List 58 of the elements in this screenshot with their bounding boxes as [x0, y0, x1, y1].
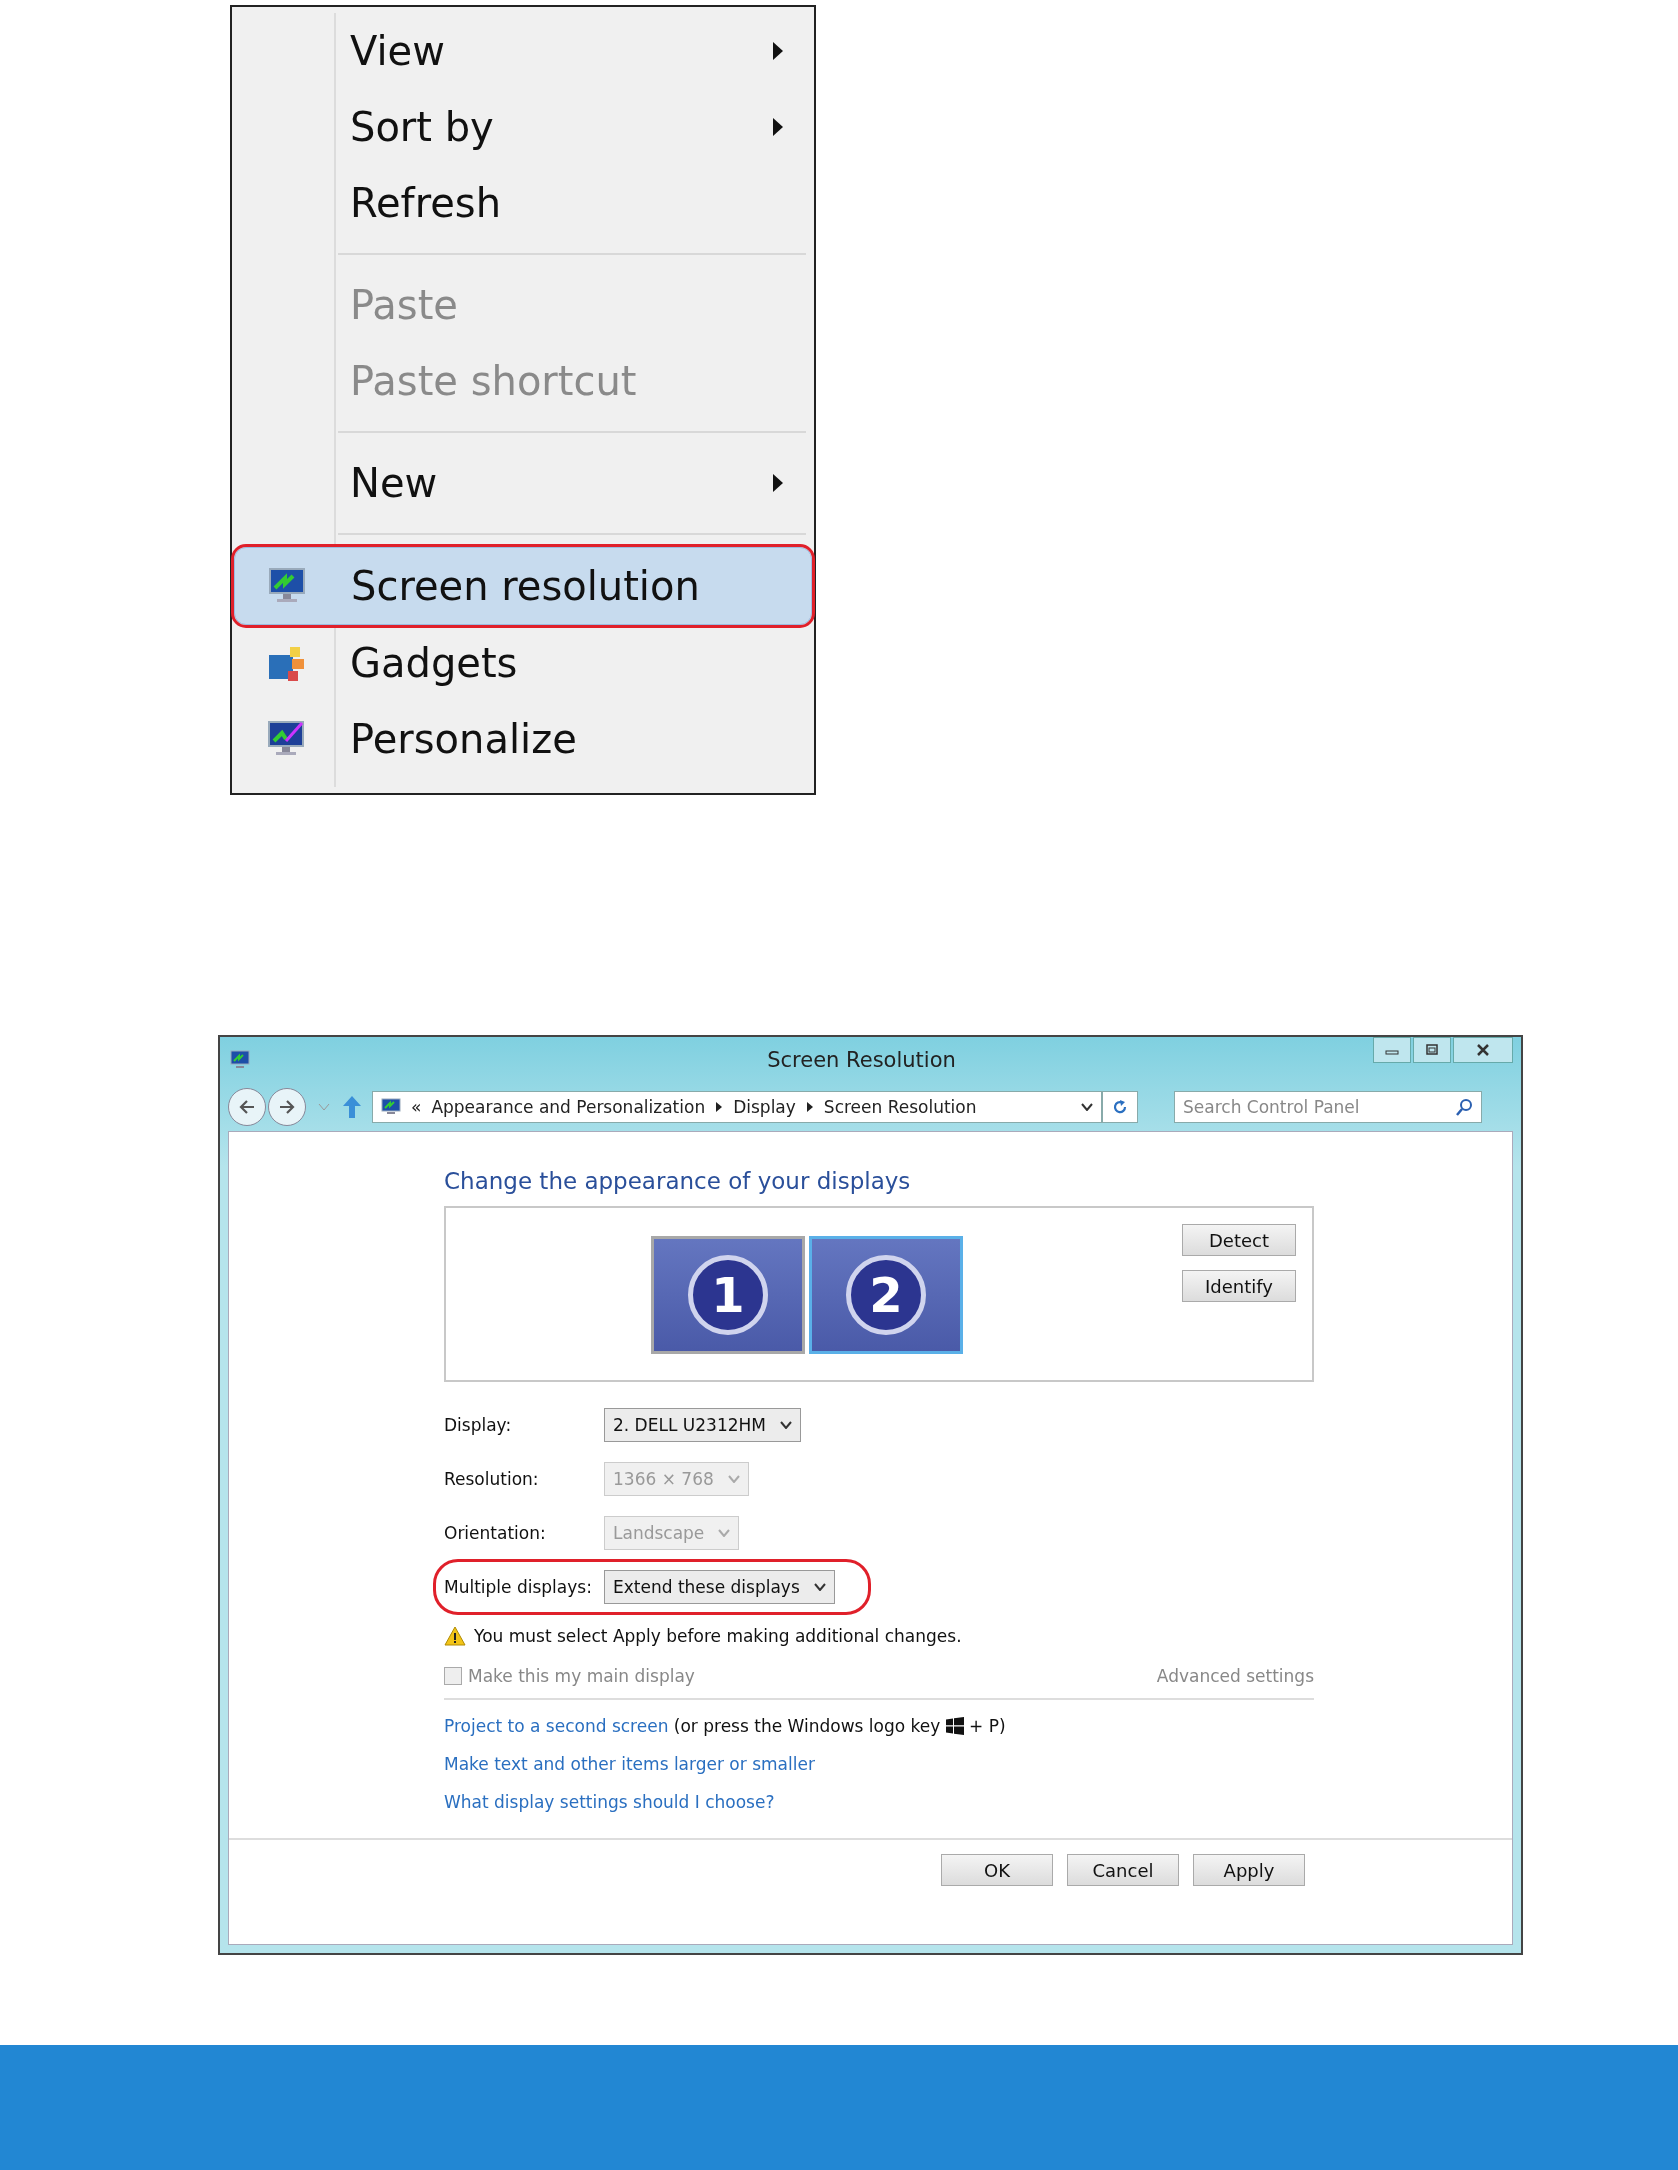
- display-tile[interactable]: 2: [809, 1236, 963, 1354]
- breadcrumb-item[interactable]: Display: [733, 1097, 796, 1117]
- setting-label: Display:: [444, 1415, 513, 1435]
- project-instruction-text: Project to a second screen (or press the Windows logo key + P): [444, 1716, 1007, 1736]
- dialog-button[interactable]: OK: [941, 1854, 1053, 1886]
- menu-item[interactable]: Personalize: [234, 701, 812, 777]
- warning-icon: [444, 1626, 466, 1646]
- refresh-icon: [1112, 1099, 1128, 1115]
- menu-item[interactable]: New: [234, 445, 812, 521]
- back-button[interactable]: [228, 1088, 266, 1126]
- setting-label: Resolution:: [444, 1469, 540, 1489]
- project-link[interactable]: Project to a second screen: [444, 1716, 669, 1736]
- setting-dropdown[interactable]: 2. DELL U2312HM: [604, 1408, 801, 1442]
- close-icon: [1476, 1044, 1490, 1056]
- dropdown-caret-icon: [813, 1583, 826, 1591]
- monitor-icon: [381, 1098, 401, 1116]
- search-field[interactable]: Search Control Panel: [1174, 1091, 1482, 1123]
- breadcrumb-arrow-icon: [805, 1102, 814, 1112]
- minimize-button[interactable]: [1373, 1037, 1411, 1063]
- forward-button[interactable]: [268, 1088, 306, 1126]
- dialog-button[interactable]: Apply: [1193, 1854, 1305, 1886]
- dropdown-caret-icon: [718, 1529, 731, 1537]
- windows-logo-icon: [945, 1717, 964, 1735]
- help-link[interactable]: What display settings should I choose?: [444, 1792, 1314, 1812]
- dropdown-caret-icon: [727, 1475, 740, 1483]
- display-tile[interactable]: 1: [651, 1236, 805, 1354]
- warning-text: You must select Apply before making additional changes.: [474, 1626, 962, 1646]
- close-button[interactable]: [1453, 1037, 1513, 1063]
- setting-label: Multiple displays:: [444, 1577, 593, 1597]
- window-title: Screen Resolution: [766, 1048, 957, 1072]
- breadcrumb-item[interactable]: Appearance and Personalization: [431, 1097, 706, 1117]
- menu-item[interactable]: Screen resolution: [234, 547, 812, 625]
- menu-item[interactable]: Refresh: [234, 165, 812, 241]
- refresh-button[interactable]: [1102, 1091, 1138, 1123]
- help-link[interactable]: Make text and other items larger or smaller: [444, 1754, 1314, 1774]
- search-icon: [1456, 1098, 1474, 1116]
- menu-item[interactable]: Sort by: [234, 89, 812, 165]
- setting-label: Orientation:: [444, 1523, 547, 1543]
- submenu-arrow-icon: [772, 117, 784, 137]
- breadcrumb-overflow[interactable]: «: [411, 1097, 422, 1117]
- restore-button[interactable]: [1413, 1037, 1451, 1063]
- restore-icon: [1425, 1044, 1439, 1056]
- submenu-arrow-icon: [772, 41, 784, 61]
- page-heading: Change the appearance of your displays: [444, 1168, 912, 1194]
- monitor-icon: [230, 1050, 250, 1070]
- dropdown-caret-icon[interactable]: [1081, 1103, 1093, 1111]
- panel-button[interactable]: Detect: [1182, 1224, 1296, 1256]
- advanced-settings-link[interactable]: Advanced settings: [1156, 1666, 1314, 1686]
- breadcrumb-arrow-icon: [715, 1102, 724, 1112]
- menu-item[interactable]: Gadgets: [234, 625, 812, 701]
- dialog-button[interactable]: Cancel: [1067, 1854, 1179, 1886]
- dropdown-caret-icon: [779, 1421, 792, 1429]
- menu-item[interactable]: View: [234, 13, 812, 89]
- panel-button[interactable]: Identify: [1182, 1270, 1296, 1302]
- address-bar[interactable]: « Appearance and Personalization Display Screen Resolution: [372, 1091, 1102, 1123]
- breadcrumb-item[interactable]: Screen Resolution: [823, 1097, 977, 1117]
- setting-dropdown[interactable]: Extend these displays: [604, 1570, 835, 1604]
- submenu-arrow-icon: [772, 473, 784, 493]
